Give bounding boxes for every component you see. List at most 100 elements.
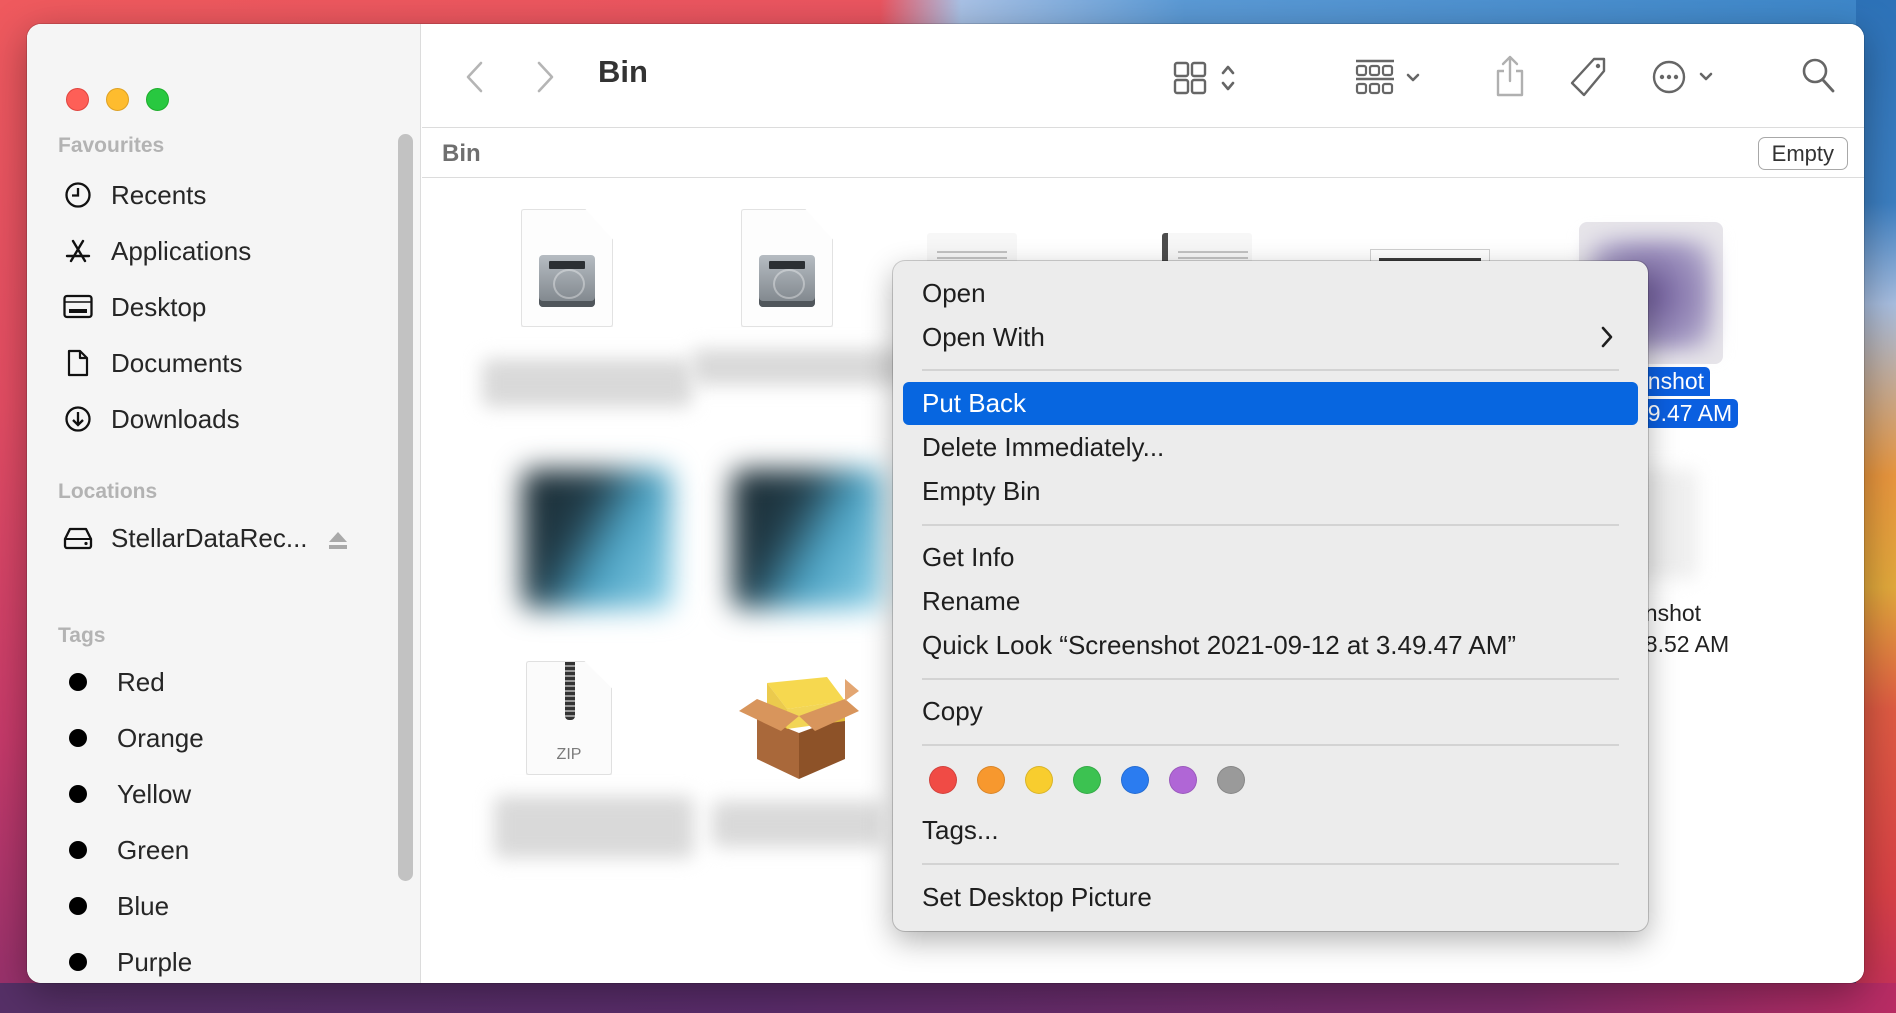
file-label-blurred [712,801,882,847]
image-thumbnail-blurred [522,469,672,609]
chevron-right-icon [1600,325,1614,356]
tag-dot-icon [69,897,87,915]
sidebar-tag-yellow[interactable]: Yellow [63,774,191,814]
clock-icon [63,180,93,210]
menu-item-set-desktop-picture[interactable]: Set Desktop Picture [903,876,1638,919]
menu-item-quick-look[interactable]: Quick Look “Screenshot 2021-09-12 at 3.4… [903,624,1638,667]
file-item-disk-image[interactable] [692,209,902,409]
tag-color-gray[interactable] [1217,766,1245,794]
tag-color-yellow[interactable] [1025,766,1053,794]
toolbar: Bin [422,24,1864,128]
tag-dot-icon [69,729,87,747]
sidebar-item-documents[interactable]: Documents [63,343,243,383]
minimize-button[interactable] [106,88,129,111]
menu-separator [922,863,1619,865]
sidebar-item-label: Purple [117,946,193,977]
forward-icon[interactable] [534,60,556,94]
tag-dot-icon [69,673,87,691]
more-icon[interactable] [1651,58,1721,96]
menu-item-tags[interactable]: Tags... [903,809,1638,852]
sidebar: Favourites Recents Applications Desktop … [27,24,421,983]
search-icon[interactable] [1800,56,1838,96]
hard-drive-icon [759,255,815,307]
package-icon [739,677,859,779]
window-title: Bin [598,54,648,89]
menu-item-get-info[interactable]: Get Info [903,536,1638,579]
sidebar-tag-blue[interactable]: Blue [63,886,169,926]
tags-header: Tags [58,624,106,647]
path-bar: Bin Empty [422,129,1864,178]
drive-icon [63,523,93,553]
sidebar-tag-green[interactable]: Green [63,830,189,870]
tag-dot-icon [69,953,87,971]
path-label: Bin [442,140,481,167]
sidebar-item-label: Green [117,834,190,865]
tag-color-row [929,766,1265,794]
sidebar-item-label: Blue [117,890,170,921]
icon-view-icon[interactable] [1173,60,1241,96]
menu-separator [922,678,1619,680]
group-icon[interactable] [1354,58,1426,98]
file-item-disk-image[interactable] [482,209,692,409]
sidebar-item-recents[interactable]: Recents [63,175,206,215]
maximize-button[interactable] [146,88,169,111]
sidebar-item-label: Orange [117,722,204,753]
document-icon [63,348,93,378]
applications-icon [63,236,93,266]
menu-item-delete-immediately[interactable]: Delete Immediately... [903,426,1638,469]
tag-dot-icon [69,841,87,859]
menu-item-open[interactable]: Open [903,272,1638,315]
locations-header: Locations [58,480,158,503]
sidebar-item-applications[interactable]: Applications [63,231,251,271]
sidebar-scrollbar[interactable] [398,134,413,881]
sidebar-item-label: Documents [111,347,243,378]
menu-item-put-back[interactable]: Put Back [903,382,1638,425]
zip-badge: ZIP [556,746,582,763]
file-label-blurred [482,359,692,407]
zip-archive-icon: ZIP [526,661,612,775]
sidebar-item-label: Yellow [117,778,192,809]
menu-separator [922,744,1619,746]
desktop-icon [63,292,93,322]
sidebar-tag-red[interactable]: Red [63,662,165,702]
back-icon[interactable] [464,60,486,94]
download-icon [63,404,93,434]
menu-separator [922,369,1619,371]
menu-item-copy[interactable]: Copy [903,690,1638,733]
tag-color-purple[interactable] [1169,766,1197,794]
sidebar-item-downloads[interactable]: Downloads [63,399,240,439]
sidebar-item-label: Downloads [111,403,240,434]
image-thumbnail-blurred [732,469,882,609]
file-label-blurred [692,349,902,385]
tag-dot-icon [69,785,87,803]
sidebar-item-stellardatarecovery[interactable]: StellarDataRec... [63,518,308,558]
hard-drive-icon [539,255,595,307]
menu-item-label: Open With [922,322,1045,352]
sidebar-item-label: StellarDataRec... [111,522,308,553]
sidebar-item-label: Red [117,666,165,697]
sidebar-item-label: Desktop [111,291,207,322]
zipper-icon [565,662,575,720]
file-label-blurred [494,796,694,858]
menu-separator [922,524,1619,526]
menu-item-open-with[interactable]: Open With [903,316,1638,359]
menu-item-rename[interactable]: Rename [903,580,1638,623]
tag-color-green[interactable] [1073,766,1101,794]
sidebar-tag-purple[interactable]: Purple [63,942,192,982]
tag-icon[interactable] [1568,56,1608,98]
share-icon[interactable] [1493,54,1527,98]
favourites-header: Favourites [58,134,165,157]
eject-icon[interactable] [327,530,349,555]
sidebar-item-label: Applications [111,235,252,266]
tag-color-blue[interactable] [1121,766,1149,794]
close-button[interactable] [66,88,89,111]
tag-color-orange[interactable] [977,766,1005,794]
sidebar-item-label: Recents [111,179,207,210]
empty-bin-button[interactable]: Empty [1757,137,1848,170]
context-menu: Open Open With Put Back Delete Immediate… [893,261,1648,931]
sidebar-tag-orange[interactable]: Orange [63,718,204,758]
desktop-wallpaper-bottom [0,983,1896,1013]
tag-color-red[interactable] [929,766,957,794]
menu-item-empty-bin[interactable]: Empty Bin [903,470,1638,513]
sidebar-item-desktop[interactable]: Desktop [63,287,206,327]
